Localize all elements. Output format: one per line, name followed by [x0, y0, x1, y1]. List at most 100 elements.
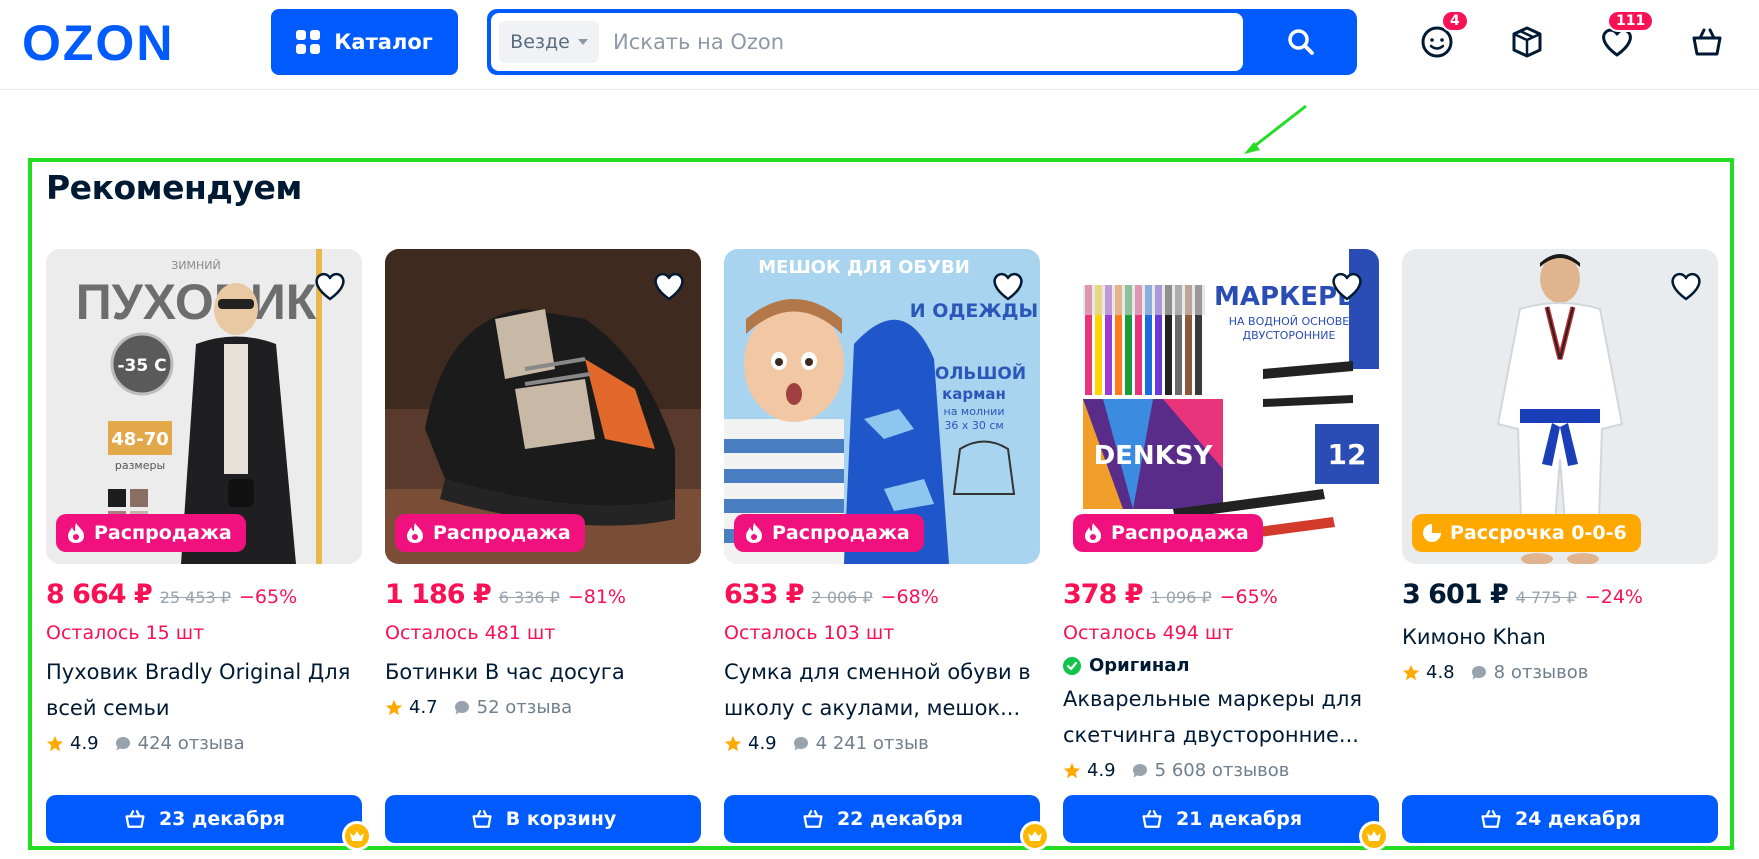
rating-row: 4.9 424 отзыва: [46, 733, 245, 754]
sale-badge: Распродажа: [395, 514, 585, 552]
add-to-cart-button[interactable]: В корзину: [385, 795, 701, 843]
fire-icon: [407, 523, 423, 543]
basket-icon: [125, 810, 145, 828]
reviews-count: 8 отзывов: [1493, 662, 1589, 683]
installment-badge: Рассрочка 0-0-6: [1412, 514, 1641, 552]
favorite-heart-icon[interactable]: [1668, 269, 1704, 303]
reviews-count: 424 отзыва: [137, 733, 245, 754]
price-row: 8 664 ₽ 25 453 ₽ −65%: [46, 579, 297, 610]
premium-crown-icon: [1359, 821, 1389, 851]
discount: −65%: [1219, 586, 1278, 608]
product-card[interactable]: МАРКЕРЫ НА ВОДНОЙ ОСНОВЕ ДВУСТОРОННИЕ 12…: [1063, 249, 1389, 851]
search-scope-select[interactable]: Везде: [499, 21, 599, 63]
favorite-heart-icon[interactable]: [651, 269, 687, 303]
orders-button[interactable]: [1507, 22, 1547, 62]
price-row: 3 601 ₽ 4 775 ₽ −24%: [1402, 579, 1643, 610]
search-bar: Везде: [487, 9, 1357, 75]
svg-text:размеры: размеры: [115, 459, 165, 472]
badge-label: Рассрочка 0-0-6: [1450, 522, 1627, 544]
product-card[interactable]: ЗИМНИЙ ПУХОВИК -35 С 48-70 размеры Распр…: [46, 249, 372, 851]
reviews-link[interactable]: 424 отзыва: [115, 733, 245, 754]
basket-icon: [803, 810, 823, 828]
svg-text:на молнии: на молнии: [944, 405, 1005, 418]
reviews-count: 52 отзыва: [476, 697, 573, 718]
old-price: 2 006 ₽: [811, 588, 873, 607]
site-header: OZON Каталог Везде 4: [0, 0, 1759, 90]
svg-text:НА ВОДНОЙ ОСНОВЕ: НА ВОДНОЙ ОСНОВЕ: [1229, 315, 1350, 328]
add-to-cart-button[interactable]: 23 декабря: [46, 795, 362, 843]
profile-badge: 4: [1441, 10, 1469, 32]
favorites-button[interactable]: 111: [1597, 10, 1655, 62]
product-image[interactable]: Распродажа: [385, 249, 701, 564]
sale-badge: Распродажа: [1073, 514, 1263, 552]
product-name[interactable]: Акварельные маркеры для скетчинга двусто…: [1063, 681, 1379, 753]
product-name[interactable]: Кимоно Khan: [1402, 619, 1718, 655]
installment-icon: [1423, 524, 1441, 542]
grid-icon: [296, 30, 321, 54]
discount: −81%: [567, 586, 626, 608]
svg-text:МЕШОК ДЛЯ ОБУВИ: МЕШОК ДЛЯ ОБУВИ: [758, 257, 970, 278]
profile-button[interactable]: 4: [1417, 10, 1469, 62]
stock-label: Осталось 481 шт: [385, 622, 556, 644]
reviews-link[interactable]: 5 608 отзывов: [1132, 760, 1289, 781]
annotation-arrow: [1244, 104, 1307, 154]
svg-text:ЗИМНИЙ: ЗИМНИЙ: [171, 259, 221, 272]
comment-icon: [115, 736, 130, 750]
favorite-heart-icon[interactable]: [990, 269, 1026, 303]
product-name[interactable]: Пуховик Bradly Original Для всей семьи: [46, 654, 362, 726]
cart-button-label: 23 декабря: [158, 808, 286, 830]
caret-down-icon: [577, 39, 588, 45]
star-icon: [1402, 664, 1420, 680]
reviews-link[interactable]: 8 отзывов: [1471, 662, 1589, 683]
price: 378 ₽: [1063, 579, 1144, 610]
cart-button-label: 21 декабря: [1175, 808, 1303, 830]
cart-button[interactable]: [1687, 22, 1727, 62]
fire-icon: [746, 523, 762, 543]
rating-value: 4.7: [409, 697, 438, 718]
old-price: 4 775 ₽: [1515, 588, 1577, 607]
reviews-count: 4 241 отзыв: [815, 733, 929, 754]
product-card[interactable]: Распродажа 1 186 ₽ 6 336 ₽ −81% Осталось…: [385, 249, 701, 844]
old-price: 1 096 ₽: [1150, 588, 1212, 607]
reviews-link[interactable]: 52 отзыва: [454, 697, 573, 718]
product-name[interactable]: Сумка для сменной обуви в школу с акулам…: [724, 654, 1040, 726]
add-to-cart-button[interactable]: 24 декабря: [1402, 795, 1718, 843]
svg-text:карман: карман: [942, 385, 1006, 403]
fire-icon: [68, 523, 84, 543]
star-icon: [385, 699, 403, 715]
product-card[interactable]: Рассрочка 0-0-6 3 601 ₽ 4 775 ₽ −24% Ким…: [1402, 249, 1718, 844]
old-price: 6 336 ₽: [498, 588, 560, 607]
search-input[interactable]: [613, 21, 1213, 63]
price: 3 601 ₽: [1402, 579, 1509, 610]
rating-row: 4.7 52 отзыва: [385, 697, 572, 718]
badge-label: Распродажа: [772, 522, 910, 544]
add-to-cart-button[interactable]: 21 декабря: [1063, 795, 1379, 843]
ozon-logo[interactable]: OZON: [22, 18, 214, 68]
product-image[interactable]: МАРКЕРЫ НА ВОДНОЙ ОСНОВЕ ДВУСТОРОННИЕ 12…: [1063, 249, 1379, 564]
add-to-cart-button[interactable]: 22 декабря: [724, 795, 1040, 843]
basket-icon: [472, 810, 492, 828]
rating-row: 4.8 8 отзывов: [1402, 662, 1588, 683]
favorite-heart-icon[interactable]: [1329, 269, 1365, 303]
star-icon: [724, 735, 742, 751]
favorites-badge: 111: [1607, 10, 1655, 32]
product-image[interactable]: ЗИМНИЙ ПУХОВИК -35 С 48-70 размеры Распр…: [46, 249, 362, 564]
product-image[interactable]: Рассрочка 0-0-6: [1402, 249, 1718, 564]
price: 633 ₽: [724, 579, 805, 610]
comment-icon: [1471, 665, 1486, 679]
favorite-heart-icon[interactable]: [312, 269, 348, 303]
cart-button-label: 24 декабря: [1514, 808, 1642, 830]
product-image[interactable]: МЕШОК ДЛЯ ОБУВИ И ОДЕЖДЫ БОЛЬШОЙ карман …: [724, 249, 1040, 564]
comment-icon: [454, 700, 469, 714]
premium-crown-icon: [1020, 821, 1050, 851]
product-name[interactable]: Ботинки В час досуга: [385, 654, 701, 690]
reviews-link[interactable]: 4 241 отзыв: [793, 733, 929, 754]
comment-icon: [793, 736, 808, 750]
search-button[interactable]: [1245, 9, 1357, 75]
star-icon: [46, 735, 64, 751]
price-row: 633 ₽ 2 006 ₽ −68%: [724, 579, 939, 610]
svg-text:DENKSY: DENKSY: [1094, 441, 1214, 471]
catalog-button[interactable]: Каталог: [271, 9, 458, 75]
product-card[interactable]: МЕШОК ДЛЯ ОБУВИ И ОДЕЖДЫ БОЛЬШОЙ карман …: [724, 249, 1050, 851]
section-title: Рекомендуем: [46, 168, 302, 207]
